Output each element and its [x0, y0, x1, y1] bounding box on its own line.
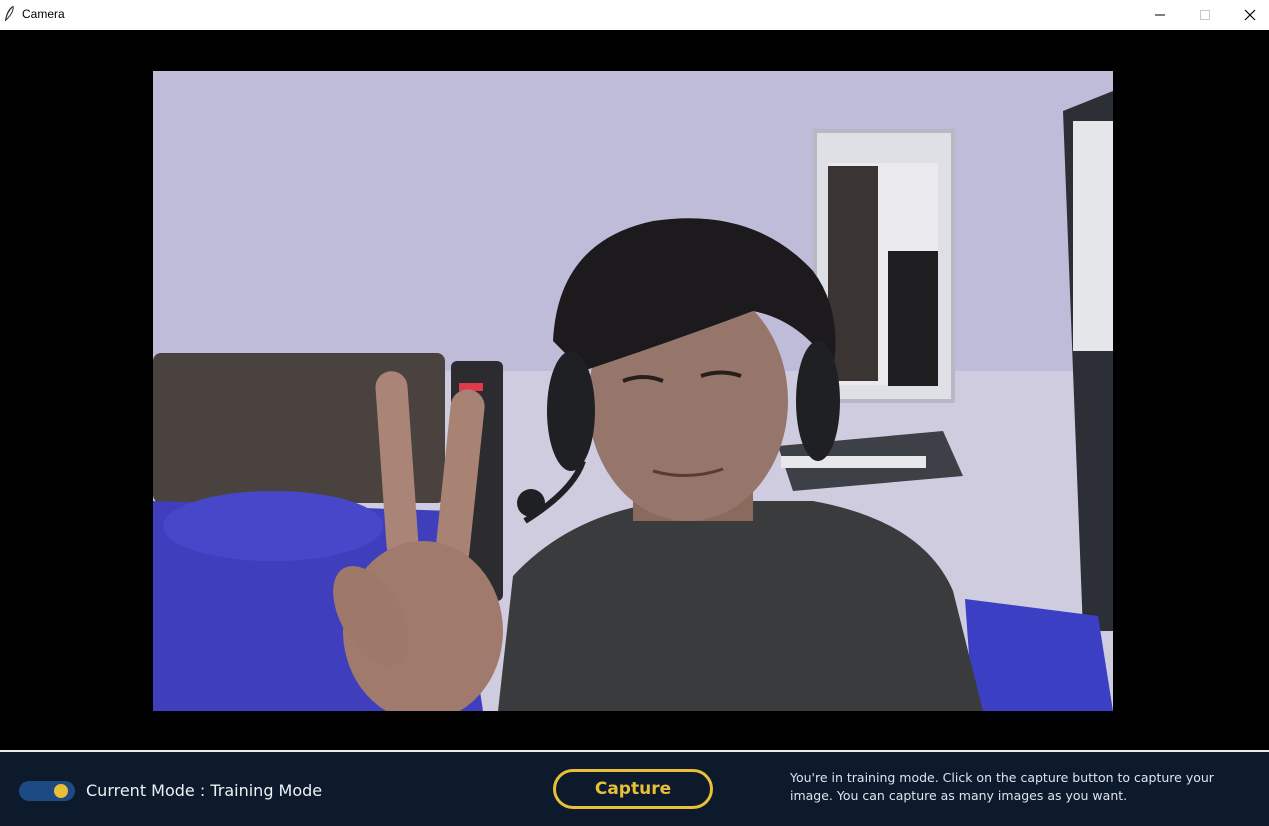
minimize-icon [1155, 14, 1165, 16]
instructions-text: You're in training mode. Click on the ca… [790, 770, 1214, 803]
window-title: Camera [22, 7, 65, 21]
capture-button[interactable]: Capture [553, 769, 713, 809]
camera-feed-image [153, 71, 1113, 711]
feather-icon [5, 5, 14, 21]
control-bar: Current Mode : Training Mode Capture You… [0, 752, 1269, 826]
mode-toggle[interactable] [19, 781, 75, 801]
camera-view [0, 30, 1269, 750]
minimize-button[interactable] [1137, 0, 1183, 30]
close-icon [1244, 9, 1256, 21]
title-bar: Camera [0, 0, 1269, 30]
close-button[interactable] [1227, 0, 1269, 30]
toggle-knob [54, 784, 68, 798]
camera-feed-illustration [153, 71, 1113, 711]
current-mode-label: Current Mode : Training Mode [86, 781, 323, 800]
maximize-button[interactable] [1182, 0, 1228, 30]
maximize-icon [1200, 10, 1210, 20]
